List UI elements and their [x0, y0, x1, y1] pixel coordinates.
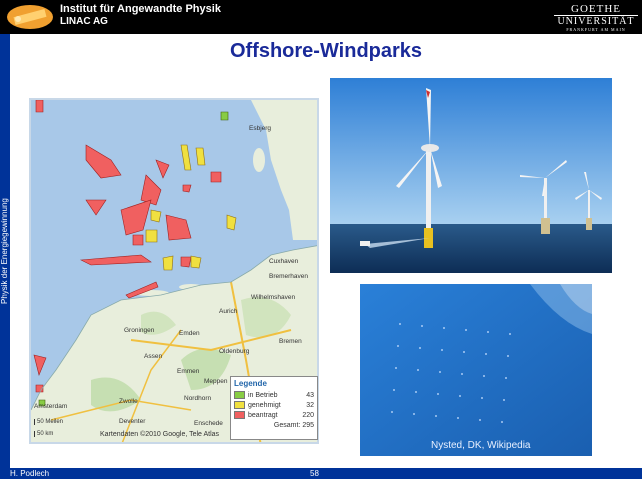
university-line2: UNIVERSITÄT [557, 16, 635, 27]
footer-bar: H. Podlech 58 [0, 468, 642, 479]
header-bar: Institut für Angewandte Physik LINAC AG … [0, 0, 642, 34]
wind-turbine-photo [330, 78, 612, 273]
legend-total-count: 295 [302, 421, 314, 429]
slide-title: Offshore-Windparks [229, 40, 423, 62]
windpark-beantragt [132, 234, 144, 246]
aerial-windpark-drawing [360, 284, 592, 456]
legend-total-label: Gesamt: [273, 421, 301, 429]
windpark-in-betrieb [38, 399, 46, 407]
legend-total: Gesamt: 295 [231, 420, 317, 430]
windpark-genehmigt [162, 255, 174, 271]
windpark-beantragt [33, 354, 47, 376]
windpark-beantragt [85, 199, 107, 216]
institute-name: Institut für Angewandte Physik [60, 3, 221, 15]
legend-title: Legende [234, 379, 267, 388]
legend-swatch [234, 401, 245, 409]
windpark-beantragt [180, 256, 192, 268]
group-name: LINAC AG [60, 16, 108, 27]
legend-row: in Betrieb 43 [231, 390, 317, 400]
footer-author: H. Podlech [10, 469, 50, 478]
linac-logo-icon [7, 5, 53, 29]
university-line1: GOETHE [554, 4, 638, 16]
legend-count: 220 [302, 411, 314, 419]
windpark-genehmigt [180, 144, 192, 171]
aerial-windpark-photo [360, 284, 592, 456]
windpark-in-betrieb [220, 111, 229, 121]
windpark-genehmigt [190, 255, 202, 269]
windpark-beantragt [210, 171, 222, 183]
legend-row: beantragt 220 [231, 410, 317, 420]
university-line3: FRANKFURT AM MAIN [566, 27, 626, 32]
windpark-beantragt [165, 214, 192, 241]
legend-label: beantragt [248, 411, 278, 419]
map-scale-miles: 50 Meilen [34, 419, 63, 425]
legend-count: 43 [306, 391, 314, 399]
windpark-beantragt [79, 254, 152, 266]
windpark-beantragt [155, 159, 170, 179]
map-legend: Legende in Betrieb 43 genehmigt 32 beant… [230, 376, 318, 440]
left-sidebar: Physik der Energiegewinnung [0, 34, 10, 468]
windpark-beantragt [85, 144, 122, 179]
page-number: 58 [310, 469, 319, 478]
windpark-genehmigt [145, 229, 158, 243]
windpark-genehmigt [195, 147, 206, 166]
photo-caption: Nysted, DK, Wikipedia [431, 440, 531, 451]
wind-turbine-drawing [330, 78, 612, 273]
windpark-beantragt [182, 184, 192, 193]
windpark-genehmigt [150, 209, 162, 223]
map-attribution: Kartendaten ©2010 Google, Tele Atlas [100, 431, 220, 438]
legend-row: genehmigt 32 [231, 400, 317, 410]
legend-count: 32 [306, 401, 314, 409]
legend-swatch [234, 391, 245, 399]
legend-label: genehmigt [248, 401, 281, 409]
legend-swatch [234, 411, 245, 419]
map-scale-km: 50 km [34, 431, 53, 437]
windpark-genehmigt [226, 214, 237, 231]
legend-label: in Betrieb [248, 391, 278, 399]
sidebar-text: Physik der Energiegewinnung [0, 198, 9, 304]
university-logo: GOETHE UNIVERSITÄT FRANKFURT AM MAIN [554, 4, 638, 32]
windpark-beantragt [35, 100, 44, 113]
